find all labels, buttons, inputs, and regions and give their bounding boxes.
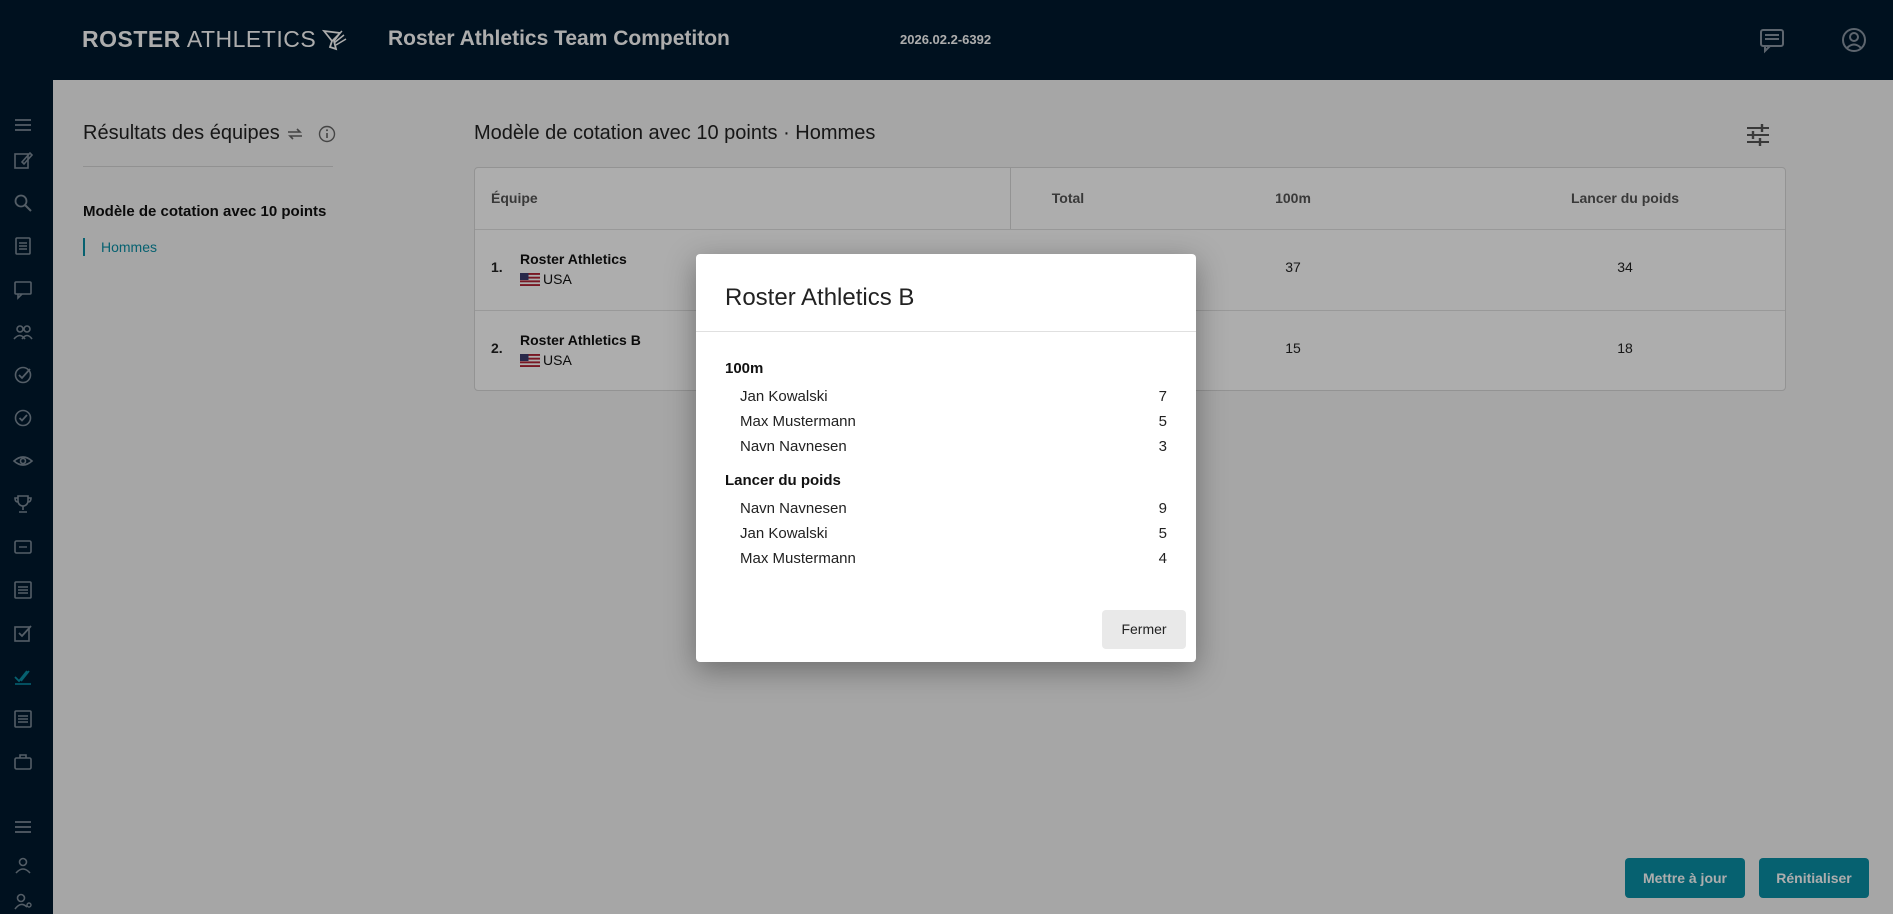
list-item: Jan Kowalski 7 [725, 384, 1167, 409]
athlete-name: Navn Navnesen [740, 438, 847, 455]
list-item: Max Mustermann 4 [725, 546, 1167, 571]
athlete-points: 5 [1158, 413, 1167, 430]
dialog-content: 100m Jan Kowalski 7 Max Mustermann 5 Nav… [725, 358, 1167, 571]
athlete-name: Jan Kowalski [740, 525, 828, 542]
list-item: Max Mustermann 5 [725, 409, 1167, 434]
dialog-title: Roster Athletics B [725, 284, 915, 311]
team-detail-dialog: Roster Athletics B 100m Jan Kowalski 7 M… [696, 254, 1196, 662]
athlete-points: 5 [1158, 525, 1167, 542]
list-item: Jan Kowalski 5 [725, 521, 1167, 546]
athlete-points: 3 [1158, 438, 1167, 455]
athlete-name: Jan Kowalski [740, 388, 828, 405]
athlete-name: Max Mustermann [740, 413, 856, 430]
list-item: Navn Navnesen 9 [725, 496, 1167, 521]
athlete-points: 7 [1158, 388, 1167, 405]
athlete-name: Navn Navnesen [740, 500, 847, 517]
event-heading: 100m [725, 360, 764, 377]
athlete-points: 9 [1158, 500, 1167, 517]
athlete-points: 4 [1158, 550, 1167, 567]
close-button[interactable]: Fermer [1102, 610, 1186, 649]
list-item: Navn Navnesen 3 [725, 434, 1167, 459]
divider [696, 331, 1196, 332]
event-heading: Lancer du poids [725, 472, 841, 489]
athlete-name: Max Mustermann [740, 550, 856, 567]
